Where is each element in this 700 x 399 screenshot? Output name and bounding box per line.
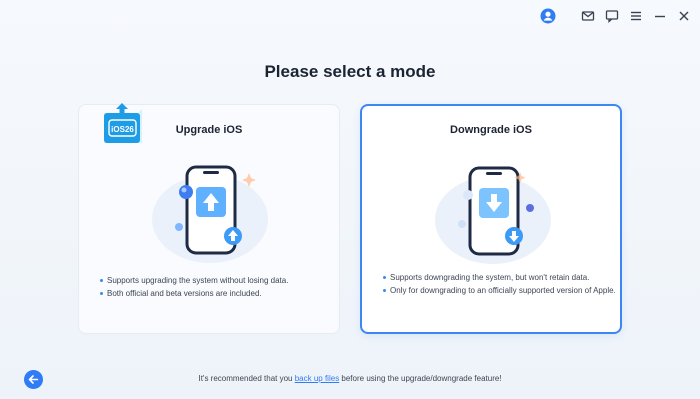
back-up-files-link[interactable]: back up files	[295, 374, 339, 383]
list-item: Supports downgrading the system, but won…	[382, 272, 622, 283]
ios-version-badge: iOS26	[102, 103, 144, 147]
list-item: Both official and beta versions are incl…	[99, 288, 329, 299]
menu-icon[interactable]	[628, 8, 644, 24]
list-item: Supports upgrading the system without lo…	[99, 275, 329, 286]
close-icon[interactable]	[676, 8, 692, 24]
upgrade-feature-list: Supports upgrading the system without lo…	[99, 275, 329, 301]
user-avatar-icon[interactable]	[540, 8, 556, 24]
downgrade-feature-list: Supports downgrading the system, but won…	[382, 272, 622, 298]
mail-icon[interactable]	[580, 8, 596, 24]
upgrade-illustration	[79, 157, 339, 267]
title-bar	[540, 6, 692, 26]
card-title-downgrade: Downgrade iOS	[450, 124, 532, 136]
downgrade-illustration	[362, 158, 620, 268]
app-window: Please select a mode Upgrade iOS Support…	[0, 0, 700, 399]
ios-badge-text: iOS26	[111, 125, 134, 134]
footer-suffix: before using the upgrade/downgrade featu…	[339, 374, 502, 383]
downgrade-ios-card[interactable]: Downgrade iOS Supports downgrading the s…	[360, 104, 622, 334]
minimize-icon[interactable]	[652, 8, 668, 24]
backup-recommendation: It's recommended that you back up files …	[0, 374, 700, 383]
list-item: Only for downgrading to an officially su…	[382, 285, 622, 296]
feedback-icon[interactable]	[604, 8, 620, 24]
footer-prefix: It's recommended that you	[198, 374, 295, 383]
page-title: Please select a mode	[264, 62, 436, 81]
